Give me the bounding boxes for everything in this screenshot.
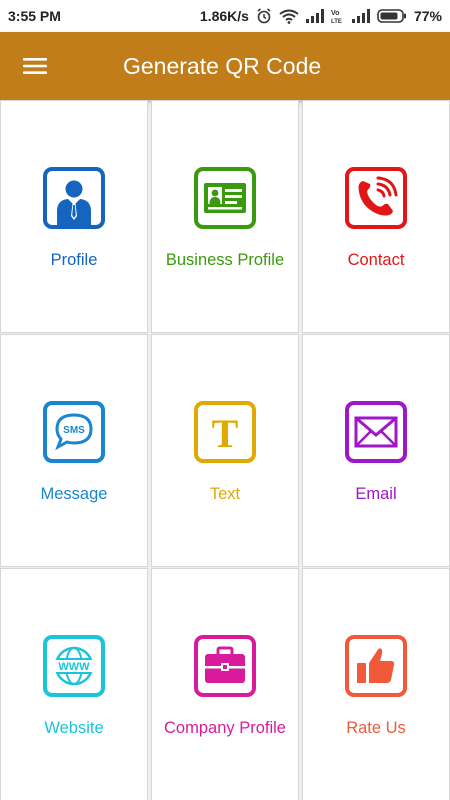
network-speed: 1.86K/s [199,8,249,24]
signal-icon-2 [351,9,370,23]
battery-level: 77% [413,8,442,24]
svg-text:SMS: SMS [63,425,85,436]
svg-text:Vo: Vo [331,10,339,17]
menu-button[interactable] [0,32,70,100]
svg-text:T: T [212,411,239,456]
tile-label: Message [40,485,108,503]
tile-label: Rate Us [346,719,406,737]
www-globe-icon: WWW [43,635,105,697]
tile-company-profile[interactable]: Company Profile [151,568,299,800]
volte-icon: Vo LTE [331,10,342,24]
thumbs-up-icon [345,635,407,697]
signal-icon [305,9,324,23]
sms-icon: SMS [43,401,105,463]
tile-label: Profile [50,251,98,269]
status-bar: 3:55 PM 1.86K/s Vo LTE 77% [0,0,450,32]
phone-icon [345,167,407,229]
battery-icon [377,9,406,23]
id-card-icon [194,167,256,229]
status-time: 3:55 PM [8,8,61,24]
tile-label: Company Profile [164,719,286,737]
tile-label: Business Profile [165,251,285,269]
tile-rate-us[interactable]: Rate Us [302,568,450,800]
svg-text:WWW: WWW [58,661,90,673]
qr-type-grid: Profile Business Profile Contact SMS Mes… [0,100,450,800]
wifi-icon [279,9,299,24]
person-icon [43,167,105,229]
tile-label: Text [209,485,241,503]
svg-text:LTE: LTE [331,19,342,24]
app-bar: Generate QR Code [0,32,450,100]
hamburger-menu-icon [23,58,47,74]
status-icons: 1.86K/s Vo LTE 77% [200,8,442,24]
envelope-icon [345,401,407,463]
tile-contact[interactable]: Contact [302,100,450,333]
tile-label: Contact [347,251,405,269]
tile-email[interactable]: Email [302,334,450,567]
briefcase-icon [194,635,256,697]
tile-label: Website [44,719,104,737]
tile-business-profile[interactable]: Business Profile [151,100,299,333]
tile-website[interactable]: WWW Website [0,568,148,800]
text-t-icon: T [194,401,256,463]
tile-message[interactable]: SMS Message [0,334,148,567]
tile-profile[interactable]: Profile [0,100,148,333]
app-title: Generate QR Code [123,52,322,79]
alarm-icon [257,8,271,24]
tile-text[interactable]: T Text [151,334,299,567]
tile-label: Email [355,485,397,503]
